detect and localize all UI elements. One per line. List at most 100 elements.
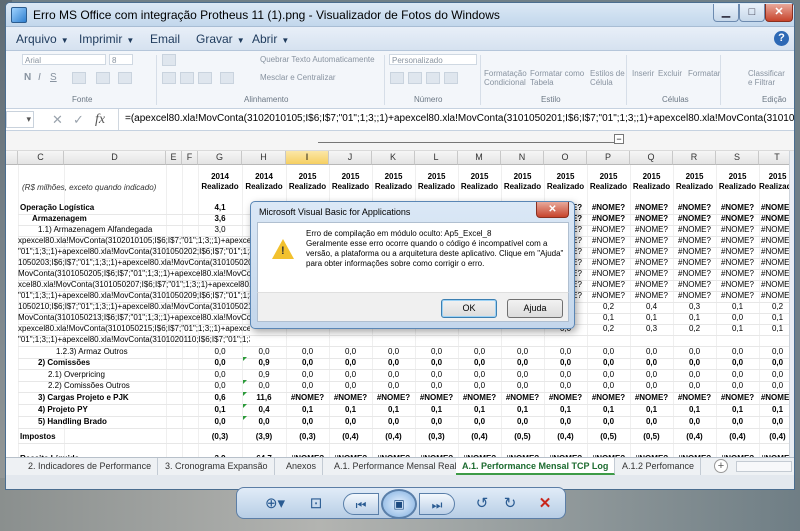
group-fonte: Fonte bbox=[72, 95, 93, 104]
font-size-value: 8 bbox=[112, 56, 117, 65]
tab-performance-mensal-real: A.1. Performance Mensal Real bbox=[328, 458, 464, 475]
column-header-e: E bbox=[166, 151, 182, 165]
value-2015: 0,0 bbox=[473, 381, 486, 390]
realizado-header: Realizado bbox=[417, 182, 456, 191]
value-2015: 0,0 bbox=[645, 358, 658, 367]
rotate-left-icon[interactable]: ↺ bbox=[471, 493, 493, 515]
ribbon-separator bbox=[384, 55, 385, 105]
ribbon-separator bbox=[480, 55, 481, 105]
font-color-icon bbox=[118, 72, 132, 84]
group-celulas: Células bbox=[662, 95, 689, 104]
value-2015: 0,0 bbox=[430, 358, 443, 367]
column-header-r: R bbox=[673, 151, 716, 165]
value-2015: 0,0 bbox=[688, 417, 701, 426]
slideshow-button[interactable]: ▣ bbox=[381, 489, 417, 519]
format-button: Formatar bbox=[688, 69, 721, 78]
add-sheet-icon: + bbox=[714, 459, 728, 473]
value-2015: 0,0 bbox=[387, 358, 400, 367]
menu-imprimir[interactable]: Imprimir ▼ bbox=[79, 32, 134, 46]
tab-cronograma: 3. Cronograma Expansão bbox=[159, 458, 275, 475]
value-2015: 0,0 bbox=[731, 358, 744, 367]
outline-bar: − bbox=[6, 131, 794, 151]
actual-size-icon[interactable]: ⊡ bbox=[305, 493, 327, 515]
insert-button: Inserir bbox=[632, 69, 655, 78]
close-button[interactable]: ✕ bbox=[765, 4, 793, 22]
error-indicator bbox=[243, 357, 247, 361]
menu-email[interactable]: Email bbox=[150, 32, 180, 46]
group-edicao: Edição bbox=[762, 95, 787, 104]
font-name-box: Arial bbox=[22, 54, 106, 65]
ribbon-separator bbox=[720, 55, 721, 105]
value-2015: 0,0 bbox=[602, 358, 615, 367]
realizado-header: Realizado bbox=[460, 182, 499, 191]
value-2015: 0,0 bbox=[559, 358, 572, 367]
menu-arquivo[interactable]: Arquivo ▼ bbox=[16, 32, 69, 46]
help-icon[interactable]: ? bbox=[774, 31, 789, 46]
menu-gravar-label: Gravar bbox=[196, 32, 233, 46]
value-2014: 0,1 bbox=[214, 405, 226, 414]
delete-icon[interactable]: ✕ bbox=[533, 493, 557, 515]
value-2015: #NOME? bbox=[333, 393, 368, 402]
column-header-m: M bbox=[458, 151, 501, 165]
value-2015: 0,1 bbox=[688, 405, 701, 414]
dialog-body: ! Erro de compilação em módulo oculto: A… bbox=[257, 222, 569, 292]
group-estilo: Estilo bbox=[541, 95, 561, 104]
maximize-button[interactable]: □ bbox=[739, 4, 765, 22]
fx-icon: fx bbox=[95, 112, 106, 127]
menu-email-label: Email bbox=[150, 32, 181, 46]
value-2015: 0,0 bbox=[559, 417, 572, 426]
format-table-button: Formatar como Tabela bbox=[530, 69, 585, 87]
column-header-g: G bbox=[198, 151, 242, 165]
column-header-c: C bbox=[18, 151, 64, 165]
viewer-toolbar: ⊕▾ ⊡ ⏮ ▣ ⏭ ↺ ↻ ✕ bbox=[236, 487, 566, 519]
value-2015: 0,0 bbox=[602, 417, 615, 426]
value-2015: 0,1 bbox=[559, 405, 572, 414]
help-button: Ajuda bbox=[507, 299, 563, 318]
indent-icon bbox=[220, 72, 234, 84]
previous-image-button[interactable]: ⏮ bbox=[343, 493, 379, 515]
value-2015: #NOME? bbox=[419, 393, 454, 402]
thousands-icon bbox=[426, 72, 440, 84]
dialog-message: Erro de compilação em módulo oculto: Ap5… bbox=[306, 229, 564, 268]
rotate-right-icon[interactable]: ↻ bbox=[499, 493, 521, 515]
error-indicator bbox=[243, 380, 247, 384]
value-2015: (0,4) bbox=[385, 432, 402, 441]
column-header-i: I bbox=[286, 151, 329, 165]
group-numero: Número bbox=[414, 95, 443, 104]
tab-perfomance: A.1.2 Perfomance bbox=[616, 458, 702, 475]
value-2015: (0,3) bbox=[299, 432, 316, 441]
minimize-button[interactable]: ▁ bbox=[713, 4, 739, 22]
chevron-down-icon: ▼ bbox=[281, 36, 290, 45]
value-2015: 0,0 bbox=[301, 417, 314, 426]
realizado-header: Realizado bbox=[288, 182, 327, 191]
value-2015: (0,5) bbox=[643, 432, 660, 441]
value-2015: 0,0 bbox=[516, 381, 529, 390]
font-name-value: Arial bbox=[25, 56, 42, 65]
value-2015: #NOME? bbox=[677, 393, 712, 402]
align-right-icon bbox=[198, 72, 212, 84]
value-2015: #NOME? bbox=[548, 393, 583, 402]
menu-gravar[interactable]: Gravar ▼ bbox=[196, 32, 245, 46]
value-2014 bbox=[242, 334, 286, 346]
value-2015: 0,1 bbox=[516, 405, 529, 414]
value-2014: (3,9) bbox=[255, 432, 273, 441]
value-2014: 0,0 bbox=[214, 417, 226, 426]
value-2015: (0,4) bbox=[686, 432, 703, 441]
value-2015: 0,0 bbox=[731, 381, 744, 390]
grid-row-line bbox=[18, 443, 794, 444]
vba-error-dialog: Microsoft Visual Basic for Applications … bbox=[250, 201, 575, 329]
cell-styles-button: Estilos de Célula bbox=[590, 69, 625, 87]
tab-anexos: Anexos bbox=[280, 458, 324, 475]
menu-abrir[interactable]: Abrir ▼ bbox=[252, 32, 289, 46]
value-2015: 0,0 bbox=[430, 381, 443, 390]
value-2015: 0,0 bbox=[473, 417, 486, 426]
formula-bar: ▾ ✕ ✓ fx =(apexcel80.xla!MovConta(310201… bbox=[6, 109, 794, 131]
zoom-icon[interactable]: ⊕▾ bbox=[259, 493, 291, 515]
value-2015: 0,0 bbox=[559, 381, 572, 390]
value-2015: 0,0 bbox=[516, 417, 529, 426]
value-2014: 0,9 bbox=[258, 358, 270, 367]
next-image-button[interactable]: ⏭ bbox=[419, 493, 455, 515]
wrap-text-button: Quebrar Texto Automaticamente bbox=[260, 55, 375, 64]
formula-text: =(apexcel80.xla!MovConta(3102010105;I$6;… bbox=[118, 109, 794, 130]
viewer-menu-bar: Arquivo ▼ Imprimir ▼ Email Gravar ▼ Abrir ▼ … bbox=[6, 27, 794, 51]
